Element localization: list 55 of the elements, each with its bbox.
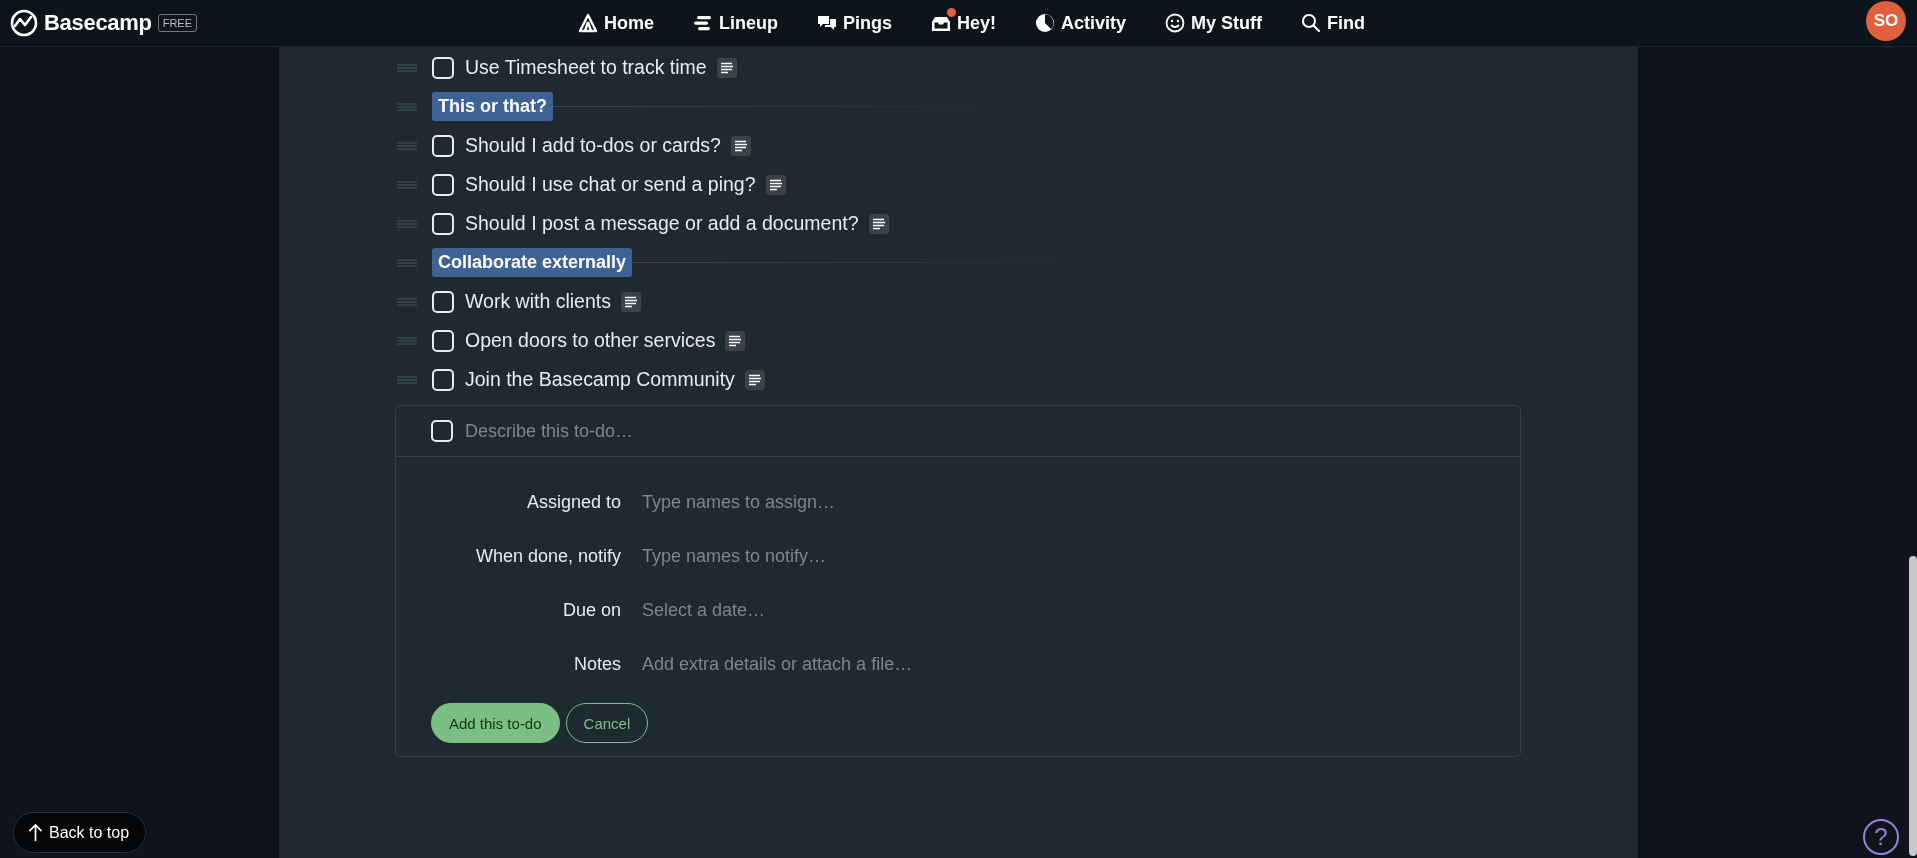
nav-link[interactable]: Hey! <box>930 12 997 34</box>
search-icon <box>1300 12 1323 34</box>
group-heading[interactable]: Collaborate externally <box>432 248 633 277</box>
nav-link[interactable]: Pings <box>816 12 893 34</box>
checkbox[interactable] <box>432 329 454 352</box>
checkbox[interactable] <box>432 173 454 196</box>
todo-title[interactable]: Should I post a message or add a document? <box>465 212 859 235</box>
group-heading[interactable]: This or that? <box>432 92 553 121</box>
nav-link[interactable]: Find <box>1300 12 1366 34</box>
checkbox[interactable] <box>432 56 454 79</box>
drag-handle-icon[interactable] <box>397 336 417 345</box>
field-label: Assigned to <box>525 491 621 514</box>
plan-badge: FREE <box>157 14 197 32</box>
todo-title[interactable]: Work with clients <box>465 290 611 313</box>
input-field[interactable]: Add extra details or attach a file… <box>642 637 1342 691</box>
help-button[interactable]: ? <box>1863 819 1899 855</box>
todo-title[interactable]: Should I use chat or send a ping? <box>465 173 756 196</box>
submit-button[interactable]: Add this to-do <box>431 703 560 743</box>
checkbox[interactable] <box>432 212 454 235</box>
nav-link[interactable]: My Stuff <box>1164 12 1263 34</box>
nav-link[interactable]: Home <box>577 12 654 34</box>
drag-handle-icon[interactable] <box>397 375 417 384</box>
logo-icon[interactable] <box>10 9 38 37</box>
logo-text[interactable]: Basecamp <box>44 10 152 36</box>
drag-handle-icon[interactable] <box>397 297 417 306</box>
home-icon <box>577 12 599 34</box>
pie-chart-icon <box>1034 12 1057 34</box>
checkbox[interactable] <box>432 134 454 157</box>
scrollbar[interactable] <box>1909 556 1917 856</box>
drag-handle-icon[interactable] <box>397 180 417 189</box>
input-field[interactable]: Type names to assign… <box>642 475 1342 529</box>
todo-title[interactable]: Join the Basecamp Community <box>465 368 735 391</box>
drag-handle-icon[interactable] <box>397 102 417 111</box>
field-label: When done, notify <box>474 545 621 568</box>
nav-link[interactable]: Activity <box>1034 12 1127 34</box>
nav-link[interactable]: Lineup <box>692 12 778 34</box>
checkbox[interactable] <box>431 420 453 442</box>
field-label: Due on <box>561 599 621 622</box>
checkbox[interactable] <box>432 368 454 391</box>
todo-input-field[interactable]: Describe this to-do… <box>463 419 1367 443</box>
input-field[interactable]: Select a date… <box>642 583 1342 637</box>
back-to-top-button[interactable]: Back to top <box>13 812 147 853</box>
todo-title[interactable]: Open doors to other services <box>465 329 716 352</box>
drag-handle-icon[interactable] <box>397 219 417 228</box>
drag-handle-icon[interactable] <box>397 141 417 150</box>
field-label: Notes <box>572 653 621 676</box>
avatar[interactable]: SO <box>1866 1 1906 41</box>
input-field[interactable]: Type names to notify… <box>642 529 1342 583</box>
todo-title[interactable]: Use Timesheet to track time <box>465 56 707 79</box>
todo-title[interactable]: Should I add to-dos or cards? <box>465 134 721 157</box>
drag-handle-icon[interactable] <box>397 63 417 72</box>
up-arrow-icon <box>28 823 43 842</box>
smiley-icon <box>1164 12 1187 34</box>
checkbox[interactable] <box>432 290 454 313</box>
drag-handle-icon[interactable] <box>397 258 417 267</box>
